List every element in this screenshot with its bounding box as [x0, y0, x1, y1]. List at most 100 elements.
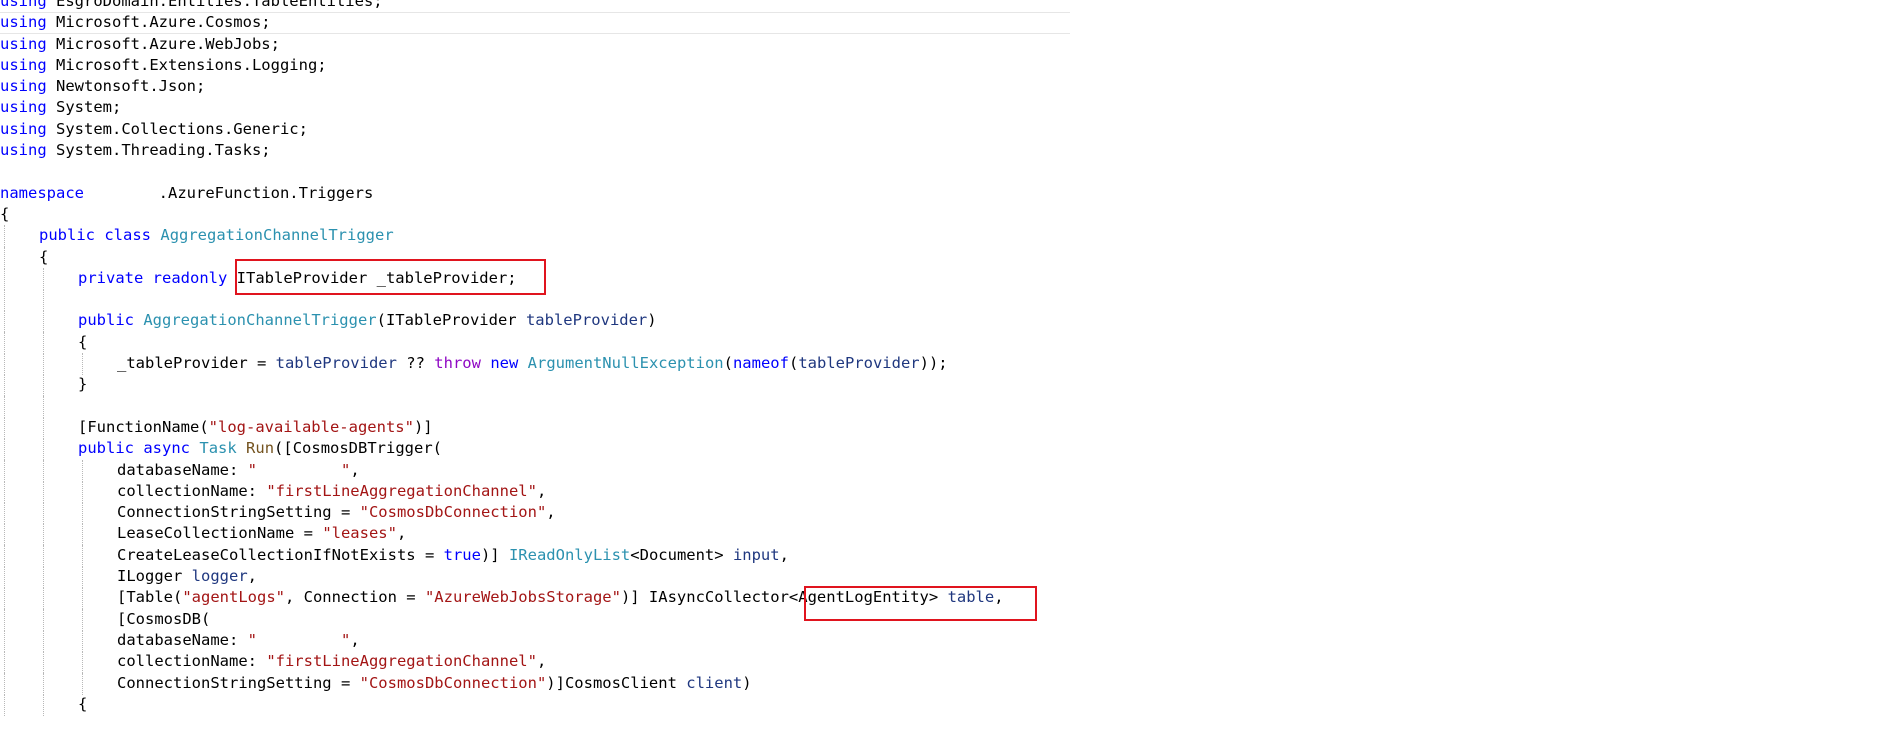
indent-guide: [39, 566, 78, 589]
indent-guide: [0, 310, 39, 333]
code-token-plain: databaseName:: [117, 630, 248, 649]
indent-guide: [0, 629, 39, 652]
code-token-param: tableProvider: [275, 354, 397, 373]
code-line[interactable]: using System.Collections.Generic;: [0, 119, 1900, 140]
indent-guide: [39, 587, 78, 610]
indent-guide: [0, 566, 39, 589]
code-line[interactable]: [0, 289, 1900, 312]
code-token-param: logger: [191, 567, 248, 586]
code-line[interactable]: [Table("agentLogs", Connection = "AzureW…: [0, 587, 1900, 610]
code-line[interactable]: using EsgroDomain.Entities.TableEntities…: [0, 0, 1900, 12]
indent-guide: [0, 651, 39, 674]
code-token-kw: using: [0, 0, 47, 10]
code-token-kw: public: [78, 439, 134, 458]
code-line[interactable]: [0, 161, 1900, 182]
code-editor[interactable]: using EsgroDomain.Entities.TableEntities…: [0, 0, 1900, 716]
code-line[interactable]: private readonly ITableProvider _tablePr…: [0, 267, 1900, 290]
indent-guide: [0, 502, 39, 525]
code-token-plain: System.Collections.Generic;: [46, 119, 308, 138]
indent-guide: [78, 608, 117, 631]
indent-guide: [0, 672, 39, 695]
code-line[interactable]: databaseName: " ",: [0, 629, 1900, 652]
code-token-plain: EsgroDomain.Entities.TableEntities;: [46, 0, 383, 10]
code-token-plain: ,: [350, 460, 360, 479]
indent-guide: [0, 587, 39, 610]
code-line[interactable]: ConnectionStringSetting = "CosmosDbConne…: [0, 502, 1900, 525]
indent-guide: [39, 629, 78, 652]
code-token-plain: {: [0, 204, 10, 223]
indent-guide: [39, 523, 78, 546]
code-token-plain: ): [647, 311, 657, 330]
code-token-plain: ??: [396, 354, 435, 373]
code-line[interactable]: collectionName: "firstLineAggregationCha…: [0, 480, 1900, 503]
code-token-param: table: [947, 588, 995, 607]
code-line[interactable]: public AggregationChannelTrigger(ITableP…: [0, 310, 1900, 333]
indent-guide: [78, 566, 117, 589]
code-token-plain: Newtonsoft.Json;: [46, 77, 206, 96]
code-line[interactable]: LeaseCollectionName = "leases",: [0, 523, 1900, 546]
indent-guide: [39, 267, 78, 290]
code-token-plain: {: [78, 694, 88, 713]
code-token-plain: System;: [46, 98, 122, 117]
code-line[interactable]: {: [0, 204, 1900, 225]
code-token-kw: nameof: [732, 354, 789, 373]
code-line[interactable]: CreateLeaseCollectionIfNotExists = true)…: [0, 544, 1900, 567]
code-line[interactable]: using Microsoft.Extensions.Logging;: [0, 55, 1900, 76]
code-line[interactable]: {: [0, 331, 1900, 354]
code-token-plain: .AzureFunction.Triggers: [84, 183, 374, 202]
code-token-plain: Microsoft.Azure.WebJobs;: [46, 34, 280, 53]
indent-guide: [78, 672, 117, 695]
code-token-ctl: throw: [434, 354, 481, 373]
code-line[interactable]: ILogger logger,: [0, 566, 1900, 589]
code-token-param: client: [686, 673, 743, 692]
code-token-kw: using: [0, 119, 47, 138]
code-token-plain: collectionName:: [117, 481, 267, 500]
code-token-plain: [FunctionName(: [78, 417, 209, 436]
code-token-plain: ,: [350, 630, 360, 649]
code-token-plain: [Table(: [117, 588, 183, 607]
indent-guide: [78, 523, 117, 546]
code-line[interactable]: }: [0, 374, 1900, 397]
indent-guide: [39, 693, 78, 716]
code-token-kw: using: [0, 141, 47, 160]
code-line[interactable]: public class AggregationChannelTrigger: [0, 225, 1900, 248]
code-line[interactable]: using System;: [0, 97, 1900, 118]
code-line[interactable]: ConnectionStringSetting = "CosmosDbConne…: [0, 672, 1900, 695]
code-line[interactable]: namespace .AzureFunction.Triggers: [0, 183, 1900, 204]
code-token-plain: ITableProvider _tableProvider;: [227, 268, 517, 287]
code-line[interactable]: using Newtonsoft.Json;: [0, 76, 1900, 97]
code-token-str: "firstLineAggregationChannel": [266, 652, 537, 671]
code-line[interactable]: databaseName: " ",: [0, 459, 1900, 482]
code-line[interactable]: {: [0, 693, 1900, 716]
code-token-plain: ,: [536, 481, 547, 500]
indent-guide: [78, 587, 117, 610]
code-line[interactable]: public async Task Run([CosmosDBTrigger(: [0, 438, 1900, 461]
code-token-kw: using: [0, 34, 47, 53]
code-token-plain: {: [78, 332, 88, 351]
code-token-kw: public: [39, 226, 95, 245]
code-token-str: "CosmosDbConnection": [359, 673, 547, 692]
code-token-param: tableProvider: [798, 354, 920, 373]
code-line[interactable]: [FunctionName("log-available-agents")]: [0, 416, 1900, 439]
code-token-str: "AzureWebJobsStorage": [424, 588, 621, 607]
code-line[interactable]: [CosmosDB(: [0, 608, 1900, 631]
code-token-plain: ,: [779, 545, 789, 564]
code-token-kw: class: [104, 226, 152, 245]
code-token-plain: ,: [247, 567, 257, 586]
indent-guide: [39, 480, 78, 503]
code-line[interactable]: [0, 395, 1900, 418]
indent-guide: [78, 480, 117, 503]
code-line[interactable]: _tableProvider = tableProvider ?? throw …: [0, 353, 1900, 376]
code-line[interactable]: using Microsoft.Azure.WebJobs;: [0, 34, 1900, 55]
code-line[interactable]: using System.Threading.Tasks;: [0, 140, 1900, 161]
code-line[interactable]: using Microsoft.Azure.Cosmos;: [0, 12, 1900, 35]
code-line[interactable]: {: [0, 246, 1900, 269]
code-line[interactable]: collectionName: "firstLineAggregationCha…: [0, 651, 1900, 674]
indent-guide: [78, 629, 117, 652]
indent-guide: [78, 651, 117, 674]
code-token-str: "leases": [322, 524, 397, 543]
code-token-method: Run: [246, 439, 275, 458]
